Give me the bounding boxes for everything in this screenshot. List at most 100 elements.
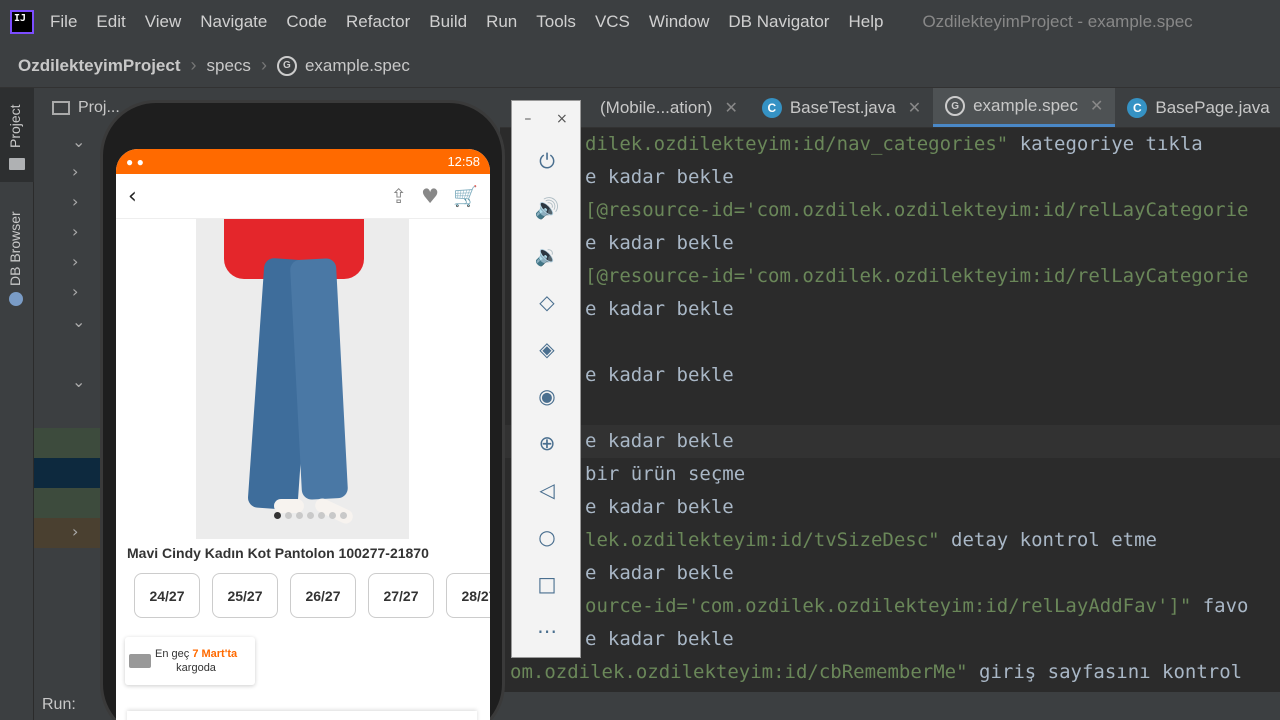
chevron-right-icon[interactable]: › [72, 162, 78, 181]
home-circle-icon[interactable]: ○ [512, 522, 582, 552]
power-icon[interactable]: ⏻ [512, 146, 582, 176]
volume-up-icon[interactable]: 🔊 [512, 193, 582, 223]
code-line[interactable]: e kadar bekle [500, 293, 1280, 326]
tab-label: BasePage.java [1155, 97, 1270, 117]
size-option[interactable]: 27/27 [368, 573, 434, 618]
image-shoe-right [312, 496, 356, 526]
tab-label: BaseTest.java [789, 97, 896, 117]
back-arrow-icon[interactable]: ‹ [128, 184, 137, 209]
emulator-window-controls: – × [512, 101, 580, 127]
code-line[interactable]: e kadar bekle [500, 161, 1280, 194]
breadcrumb-file[interactable]: example.spec [305, 56, 410, 76]
code-line[interactable]: om.ozdilek.ozdilekteyim:id/cbRememberMe"… [500, 656, 1280, 689]
heart-icon[interactable]: ♥ [421, 184, 439, 208]
tab-basetest[interactable]: C BaseTest.java ✕ [750, 88, 933, 127]
code-line[interactable]: e kadar bekle [500, 359, 1280, 392]
menu-edit[interactable]: Edit [96, 12, 125, 32]
minimize-button[interactable]: – [524, 111, 531, 127]
chevron-right-icon[interactable]: › [72, 192, 78, 211]
cart-icon[interactable]: 🛒 [453, 184, 478, 208]
breadcrumb-project[interactable]: OzdilekteyimProject [18, 56, 181, 76]
tab-basepage[interactable]: C BasePage.java ✕ [1115, 88, 1280, 127]
chevron-down-icon[interactable]: ⌄ [72, 132, 85, 151]
size-option[interactable]: 24/27 [134, 573, 200, 618]
chevron-right-icon[interactable]: › [72, 282, 78, 301]
code-line[interactable]: e kadar bekle [500, 491, 1280, 524]
project-tab-label[interactable]: Project [7, 104, 23, 148]
pager-dot[interactable] [318, 512, 325, 519]
close-icon[interactable]: ✕ [1090, 96, 1103, 116]
code-line[interactable]: e kadar bekle [500, 557, 1280, 590]
back-triangle-icon[interactable]: ◁ [512, 475, 582, 505]
size-option[interactable]: 26/27 [290, 573, 356, 618]
spec-file-icon: G [945, 96, 966, 116]
run-label[interactable]: Run: [42, 696, 76, 714]
pager-dot[interactable] [285, 512, 292, 519]
chevron-right-icon[interactable]: › [72, 252, 78, 271]
code-line[interactable]: [@resource-id='com.ozdilek.ozdilekteyim:… [500, 260, 1280, 293]
pager-dot[interactable] [340, 512, 347, 519]
rotate-left-icon[interactable]: ◇ [512, 287, 582, 317]
close-button[interactable]: × [556, 111, 568, 127]
menu-code[interactable]: Code [286, 12, 327, 32]
pager-dot[interactable] [329, 512, 336, 519]
size-option[interactable]: 28/27 [446, 573, 490, 618]
chevron-right-icon[interactable]: › [72, 222, 78, 241]
menu-refactor[interactable]: Refactor [346, 12, 410, 32]
more-options-icon[interactable]: ⋯ [512, 616, 582, 646]
menu-bar: IJ File Edit View Navigate Code Refactor… [0, 0, 1280, 44]
menu-help[interactable]: Help [848, 12, 883, 32]
pager-dot[interactable] [296, 512, 303, 519]
menu-view[interactable]: View [145, 12, 182, 32]
project-panel-title[interactable]: Proj... [78, 99, 120, 117]
camera-icon[interactable]: ◉ [512, 381, 582, 411]
rotate-right-icon[interactable]: ◈ [512, 334, 582, 364]
breadcrumb-folder[interactable]: specs [207, 56, 251, 76]
db-browser-tab-label[interactable]: DB Browser [7, 211, 23, 286]
truck-icon [129, 654, 151, 668]
code-line-current[interactable]: e kadar bekle [500, 425, 1280, 458]
menu-run[interactable]: Run [486, 12, 517, 32]
size-option[interactable]: 25/27 [212, 573, 278, 618]
status-time: 12:58 [447, 154, 480, 169]
size-options: 24/27 25/27 26/27 27/27 28/27 [134, 573, 490, 618]
menu-db-navigator[interactable]: DB Navigator [728, 12, 829, 32]
tool-window-strip: Project DB Browser [0, 88, 34, 720]
code-line[interactable]: ource-id='com.ozdilek.ozdilekteyim:id/re… [500, 590, 1280, 623]
chevron-down-icon[interactable]: ⌄ [72, 372, 85, 391]
close-icon[interactable]: ✕ [908, 98, 921, 118]
code-line[interactable] [500, 392, 1280, 425]
menu-file[interactable]: File [50, 12, 77, 32]
overview-square-icon[interactable]: □ [512, 569, 582, 599]
code-line[interactable]: bir ürün seçme [500, 458, 1280, 491]
product-image[interactable] [196, 219, 409, 539]
zoom-icon[interactable]: ⊕ [512, 428, 582, 458]
pager-dot[interactable] [274, 512, 281, 519]
menu-build[interactable]: Build [429, 12, 467, 32]
tab-example-spec[interactable]: G example.spec ✕ [933, 88, 1116, 127]
chevron-down-icon[interactable]: ⌄ [72, 312, 85, 331]
code-line[interactable]: lek.ozdilekteyim:id/tvSizeDesc" detay ko… [500, 524, 1280, 557]
menu-tools[interactable]: Tools [536, 12, 576, 32]
close-icon[interactable]: ✕ [724, 98, 737, 118]
image-pager-dots [274, 512, 347, 519]
code-line[interactable]: [@resource-id='com.ozdilek.ozdilekteyim:… [500, 194, 1280, 227]
chevron-right-icon[interactable]: › [72, 522, 78, 541]
pager-dot[interactable] [307, 512, 314, 519]
code-line[interactable]: e kadar bekle [500, 623, 1280, 656]
phone-screen[interactable]: ● ● 12:58 ‹ ⇪ ♥ 🛒 Mavi Cindy Kadın Kot P… [116, 149, 490, 720]
image-shoe-left [274, 499, 304, 513]
window-title: OzdilekteyimProject - example.spec [922, 12, 1193, 31]
code-line[interactable] [500, 326, 1280, 359]
code-line[interactable]: dilek.ozdilekteyim:id/nav_categories" ka… [500, 128, 1280, 161]
menu-vcs[interactable]: VCS [595, 12, 630, 32]
code-line[interactable]: e kadar bekle [500, 227, 1280, 260]
code-editor[interactable]: dilek.ozdilekteyim:id/nav_categories" ka… [500, 128, 1280, 692]
breadcrumb: OzdilekteyimProject › specs › G example.… [0, 44, 1280, 88]
volume-down-icon[interactable]: 🔉 [512, 240, 582, 270]
database-icon [9, 292, 23, 306]
share-icon[interactable]: ⇪ [390, 184, 407, 208]
spec-file-icon: G [276, 55, 297, 76]
menu-window[interactable]: Window [649, 12, 709, 32]
menu-navigate[interactable]: Navigate [200, 12, 267, 32]
